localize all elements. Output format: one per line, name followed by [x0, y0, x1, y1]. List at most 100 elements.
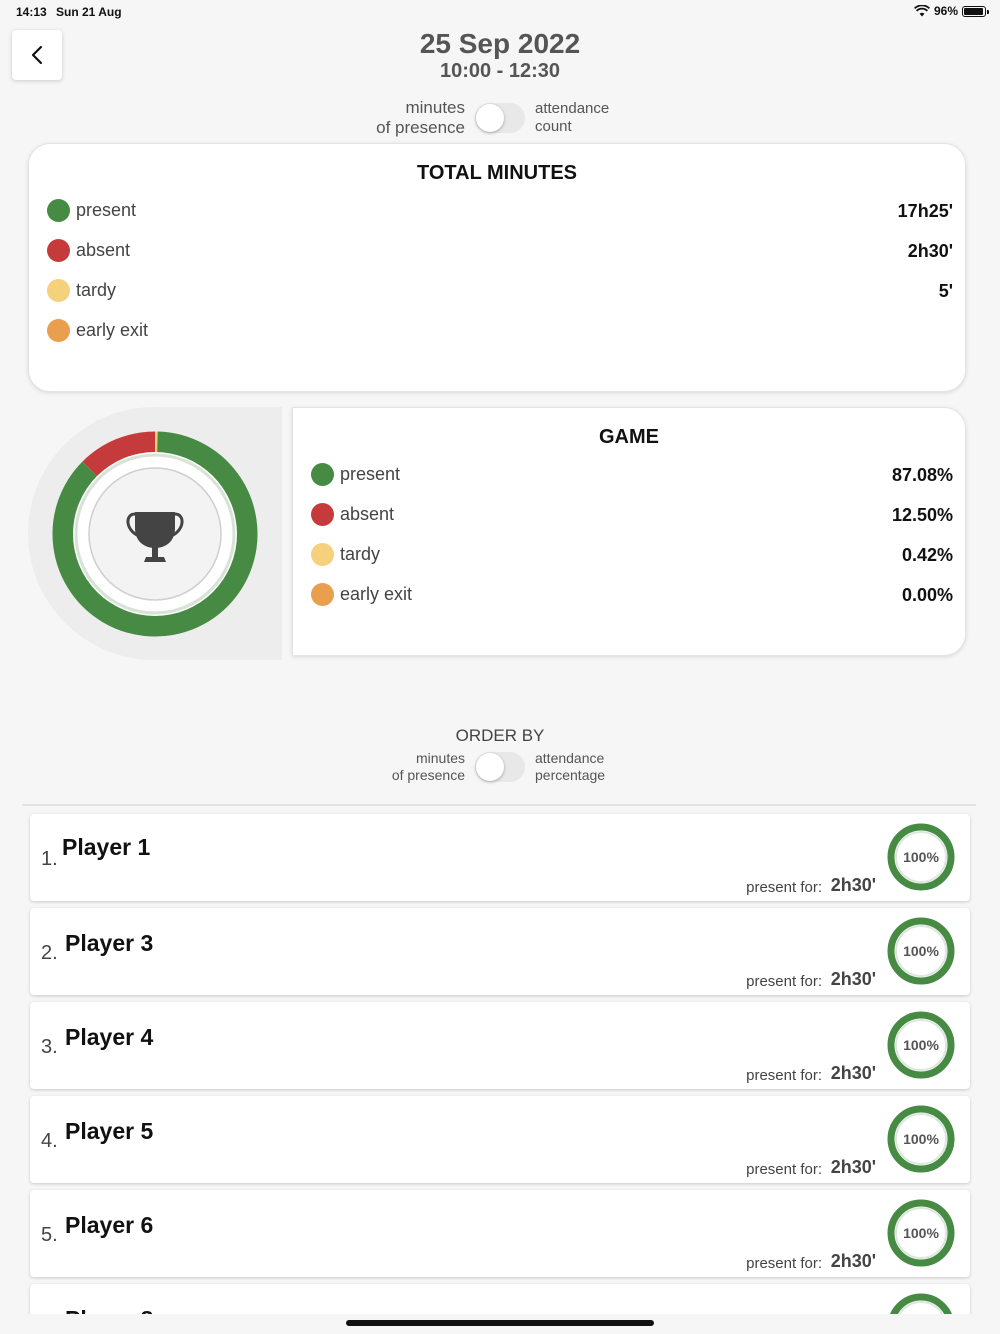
game-present-value: 87.08% [891, 465, 953, 485]
view-mode-toggle-row: minutes of presence attendance count [0, 98, 1000, 139]
present-for-value: 2h30' [830, 1157, 876, 1177]
total-minutes-title: TOTAL MINUTES [417, 162, 577, 184]
order-by-toggle-row: minutes of presence attendance percentag… [0, 750, 1000, 784]
attendance-ring: 100% [886, 822, 956, 892]
early-exit-dot [47, 319, 70, 342]
player-rank: 1. [41, 848, 58, 870]
player-name: Player 4 [65, 1024, 154, 1050]
order-left-label: minutes of presence [265, 750, 465, 784]
legend-absent: absent [47, 239, 130, 262]
total-absent-value: 2h30' [907, 241, 953, 261]
player-row[interactable]: 4. Player 5 present for: 2h30' 100% [30, 1096, 970, 1183]
game-legend-present: present [311, 463, 400, 486]
player-rank: 3. [41, 1036, 58, 1058]
total-present-value: 17h25' [897, 201, 953, 221]
absent-dot [311, 503, 334, 526]
wifi-icon [913, 5, 930, 17]
early-exit-dot [311, 583, 334, 606]
page-title-date: 25 Sep 2022 [419, 28, 581, 59]
player-rank: 4. [41, 1130, 58, 1152]
donut-panel [28, 407, 282, 660]
player-name: Player 3 [65, 930, 154, 956]
switch-knob [476, 104, 504, 133]
attendance-ring: 100% [886, 1010, 956, 1080]
order-by-switch[interactable] [475, 751, 525, 782]
legend-label: tardy [76, 280, 117, 300]
legend-tardy: tardy [47, 279, 116, 302]
game-title: GAME [599, 426, 659, 448]
toggle-left-label-line1: minutes [405, 98, 465, 117]
attendance-donut-chart [52, 431, 258, 637]
page-subtitle-time: 10:00 - 12:30 [439, 60, 561, 82]
toggle-right-label-line2: count [535, 118, 572, 136]
tardy-dot [311, 543, 334, 566]
order-by-title: ORDER BY [455, 726, 545, 745]
present-for-label: present for: [746, 1255, 822, 1272]
legend-present: present [47, 199, 136, 222]
attendance-percent: 100% [903, 1225, 939, 1241]
legend-label: present [76, 200, 137, 220]
status-time: 14:13 [16, 5, 47, 19]
order-right-label: attendance percentage [535, 750, 735, 784]
attendance-percent: 100% [903, 943, 939, 959]
present-for-value: 2h30' [830, 875, 876, 895]
attendance-ring-chart [890, 1293, 952, 1314]
battery-percent: 96% [933, 4, 958, 18]
attendance-ring: 100% [886, 916, 956, 986]
player-row[interactable]: Player 8 [30, 1284, 970, 1314]
total-minutes-card: TOTAL MINUTES present 17h25' absent 2h30… [28, 143, 966, 392]
legend-label: tardy [340, 544, 381, 564]
battery-icon [962, 5, 989, 17]
player-rank: 2. [41, 942, 58, 964]
total-tardy-value: 5' [938, 281, 953, 301]
game-legend-tardy: tardy [311, 543, 380, 566]
present-dot [47, 199, 70, 222]
status-right: 96% [913, 4, 989, 18]
present-for-value: 2h30' [830, 969, 876, 989]
player-row[interactable]: 5. Player 6 present for: 2h30' 100% [30, 1190, 970, 1277]
status-date: Sun 21 Aug [56, 5, 122, 19]
player-list[interactable]: 1. Player 1 present for: 2h30' 100% 2. P… [22, 804, 976, 1314]
present-for-label: present for: [746, 879, 822, 896]
attendance-ring [886, 1292, 956, 1314]
attendance-percent: 100% [903, 1131, 939, 1147]
player-row[interactable]: 1. Player 1 present for: 2h30' 100% [30, 814, 970, 901]
player-name: Player 6 [65, 1212, 154, 1238]
game-legend-absent: absent [311, 503, 394, 526]
player-row[interactable]: 2. Player 3 present for: 2h30' 100% [30, 908, 970, 995]
toggle-left-label: minutes of presence [265, 98, 465, 139]
game-card: GAME present 87.08% absent 12.50% tardy … [292, 407, 966, 656]
ring-progress [890, 1293, 952, 1314]
present-for-label: present for: [746, 1067, 822, 1084]
tardy-dot [47, 279, 70, 302]
player-row[interactable]: 3. Player 4 present for: 2h30' 100% [30, 1002, 970, 1089]
player-rank: 5. [41, 1224, 58, 1246]
order-left-label-line1: minutes [415, 750, 465, 766]
order-right-label-line2: percentage [535, 766, 606, 783]
legend-label: absent [340, 504, 395, 524]
legend-label: present [340, 464, 401, 484]
game-legend-early-exit: early exit [311, 583, 412, 606]
game-early-exit-value: 0.00% [901, 585, 953, 605]
present-for-label: present for: [746, 1161, 822, 1178]
legend-label: absent [76, 240, 131, 260]
toggle-right-label: attendance count [535, 100, 735, 136]
absent-dot [47, 239, 70, 262]
player-name: Player 8 [65, 1306, 153, 1314]
player-name: Player 1 [62, 834, 151, 860]
order-right-label-line1: attendance [535, 750, 605, 766]
present-for-label: present for: [746, 973, 822, 990]
status-bar: 14:13 Sun 21 Aug 96% [0, 0, 1000, 24]
game-absent-value: 12.50% [891, 505, 953, 525]
legend-label: early exit [340, 584, 413, 604]
legend-label: early exit [76, 320, 149, 340]
present-for-value: 2h30' [830, 1063, 876, 1083]
attendance-percent: 100% [903, 849, 939, 865]
game-tardy-value: 0.42% [901, 545, 953, 565]
view-mode-switch[interactable] [475, 103, 525, 134]
switch-knob [476, 752, 504, 781]
present-for-value: 2h30' [830, 1251, 876, 1271]
player-name: Player 5 [65, 1118, 154, 1144]
attendance-ring: 100% [886, 1104, 956, 1174]
home-indicator [346, 1320, 654, 1326]
